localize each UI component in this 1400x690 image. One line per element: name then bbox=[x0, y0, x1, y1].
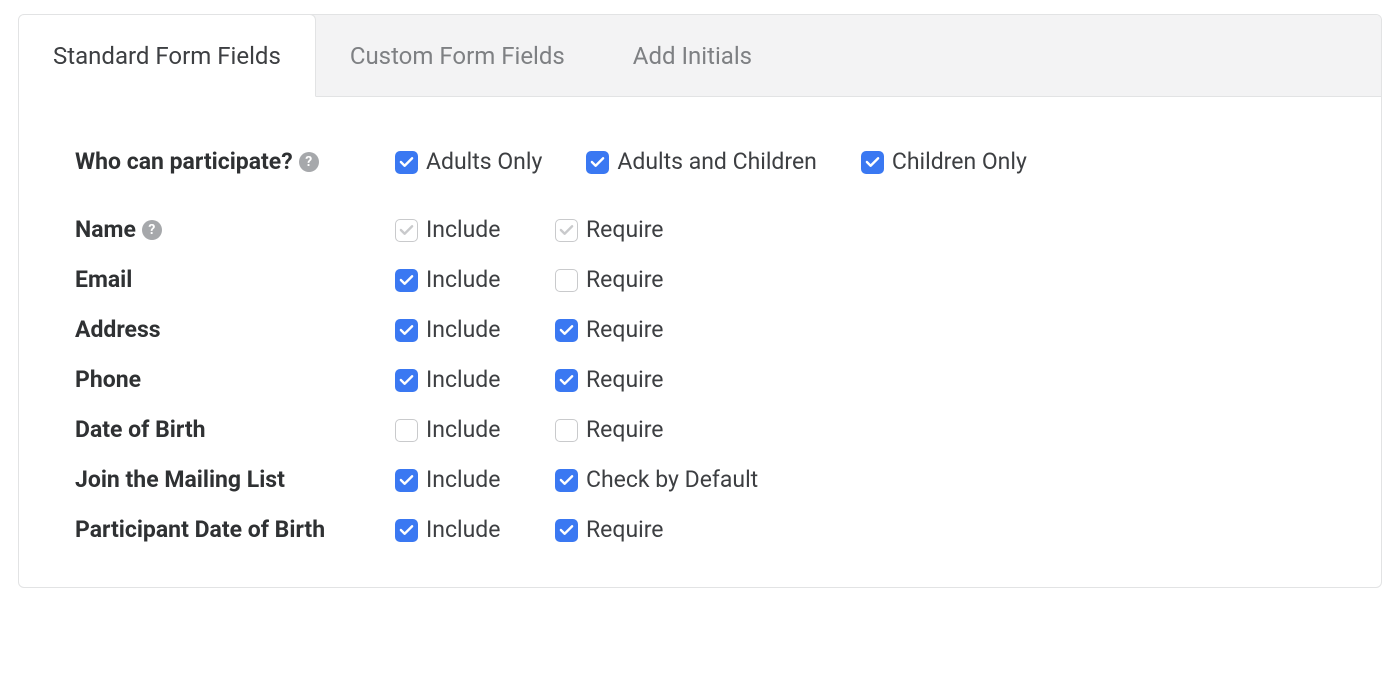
checkbox-icon[interactable] bbox=[395, 419, 418, 442]
tab-content: Who can participate? ? Adults OnlyAdults… bbox=[19, 97, 1381, 587]
option-label: Require bbox=[586, 313, 664, 347]
field-label: Join the Mailing List bbox=[75, 463, 395, 497]
checkbox-icon[interactable] bbox=[555, 269, 578, 292]
field-options: Include Require bbox=[395, 513, 664, 547]
field-label: Name? bbox=[75, 213, 395, 247]
row-who-can-participate: Who can participate? ? Adults OnlyAdults… bbox=[75, 145, 1325, 179]
include-option[interactable]: Include bbox=[395, 263, 555, 297]
require-option[interactable]: Require bbox=[555, 513, 664, 547]
checkbox-icon[interactable] bbox=[395, 151, 418, 174]
include-option[interactable]: Include bbox=[395, 313, 555, 347]
tabbar: Standard Form Fields Custom Form Fields … bbox=[19, 15, 1381, 97]
field-row: Name? Include Require bbox=[75, 213, 1325, 247]
label-text: Name bbox=[75, 213, 136, 247]
checkbox-icon[interactable] bbox=[555, 519, 578, 542]
help-icon[interactable]: ? bbox=[299, 152, 319, 172]
field-row: Email Include Require bbox=[75, 263, 1325, 297]
label-text: Who can participate? bbox=[75, 145, 293, 179]
include-option[interactable]: Include bbox=[395, 463, 555, 497]
label-text: Phone bbox=[75, 363, 141, 397]
tab-label: Custom Form Fields bbox=[350, 42, 565, 70]
field-label: Phone bbox=[75, 363, 395, 397]
field-label: Who can participate? ? bbox=[75, 145, 395, 179]
include-option[interactable]: Include bbox=[395, 413, 555, 447]
checkbox-icon[interactable] bbox=[861, 151, 884, 174]
checkbox-icon[interactable] bbox=[395, 519, 418, 542]
field-options: Include Require bbox=[395, 363, 664, 397]
label-text: Join the Mailing List bbox=[75, 463, 285, 497]
option-label: Require bbox=[586, 263, 664, 297]
help-icon[interactable]: ? bbox=[142, 220, 162, 240]
tab-standard-form-fields[interactable]: Standard Form Fields bbox=[18, 14, 316, 97]
field-label: Address bbox=[75, 313, 395, 347]
option-label: Require bbox=[586, 513, 664, 547]
field-options: Include Require bbox=[395, 413, 664, 447]
option-label: Include bbox=[426, 313, 500, 347]
checkbox-icon[interactable] bbox=[395, 469, 418, 492]
option-label: Include bbox=[426, 363, 500, 397]
label-text: Address bbox=[75, 313, 161, 347]
tab-custom-form-fields[interactable]: Custom Form Fields bbox=[316, 15, 599, 96]
field-label: Participant Date of Birth bbox=[75, 513, 395, 547]
participate-option[interactable]: Children Only bbox=[861, 145, 1027, 179]
form-fields-panel: Standard Form Fields Custom Form Fields … bbox=[18, 14, 1382, 588]
field-options: Include Require bbox=[395, 263, 664, 297]
field-row: Participant Date of Birth Include Require bbox=[75, 513, 1325, 547]
label-text: Email bbox=[75, 263, 132, 297]
tab-label: Standard Form Fields bbox=[53, 42, 281, 70]
option-label: Include bbox=[426, 213, 500, 247]
include-option[interactable]: Include bbox=[395, 513, 555, 547]
field-label: Email bbox=[75, 263, 395, 297]
option-label: Require bbox=[586, 363, 664, 397]
checkbox-icon[interactable] bbox=[586, 151, 609, 174]
require-option[interactable]: Require bbox=[555, 413, 664, 447]
checkbox-icon[interactable] bbox=[555, 419, 578, 442]
label-text: Participant Date of Birth bbox=[75, 513, 325, 547]
include-option: Include bbox=[395, 213, 555, 247]
require-option[interactable]: Require bbox=[555, 263, 664, 297]
fields-list: Name?IncludeRequireEmailIncludeRequireAd… bbox=[75, 213, 1325, 547]
require-option[interactable]: Check by Default bbox=[555, 463, 758, 497]
option-label: Include bbox=[426, 413, 500, 447]
label-text: Date of Birth bbox=[75, 413, 206, 447]
option-label: Include bbox=[426, 263, 500, 297]
checkbox-icon[interactable] bbox=[395, 319, 418, 342]
include-option[interactable]: Include bbox=[395, 363, 555, 397]
checkbox-icon[interactable] bbox=[555, 369, 578, 392]
field-label: Date of Birth bbox=[75, 413, 395, 447]
field-row: Address Include Require bbox=[75, 313, 1325, 347]
checkbox-icon[interactable] bbox=[555, 319, 578, 342]
tab-label: Add Initials bbox=[633, 42, 752, 70]
option-label: Require bbox=[586, 213, 664, 247]
participate-option[interactable]: Adults and Children bbox=[586, 145, 817, 179]
option-label: Check by Default bbox=[586, 463, 758, 497]
field-options: Include Require bbox=[395, 213, 664, 247]
participate-options: Adults Only Adults and Children Children O… bbox=[395, 145, 1071, 179]
option-label: Require bbox=[586, 413, 664, 447]
field-row: Join the Mailing List Include Check by Def… bbox=[75, 463, 1325, 497]
checkbox-icon[interactable] bbox=[395, 369, 418, 392]
participate-option[interactable]: Adults Only bbox=[395, 145, 542, 179]
require-option: Require bbox=[555, 213, 664, 247]
checkbox-icon bbox=[555, 219, 578, 242]
checkbox-icon bbox=[395, 219, 418, 242]
field-options: Include Check by Default bbox=[395, 463, 758, 497]
option-label: Adults and Children bbox=[617, 145, 817, 179]
option-label: Children Only bbox=[892, 145, 1027, 179]
option-label: Include bbox=[426, 513, 500, 547]
option-label: Adults Only bbox=[426, 145, 542, 179]
tab-add-initials[interactable]: Add Initials bbox=[599, 15, 786, 96]
field-row: Phone Include Require bbox=[75, 363, 1325, 397]
require-option[interactable]: Require bbox=[555, 313, 664, 347]
field-row: Date of Birth Include Require bbox=[75, 413, 1325, 447]
checkbox-icon[interactable] bbox=[395, 269, 418, 292]
option-label: Include bbox=[426, 463, 500, 497]
require-option[interactable]: Require bbox=[555, 363, 664, 397]
field-options: Include Require bbox=[395, 313, 664, 347]
checkbox-icon[interactable] bbox=[555, 469, 578, 492]
